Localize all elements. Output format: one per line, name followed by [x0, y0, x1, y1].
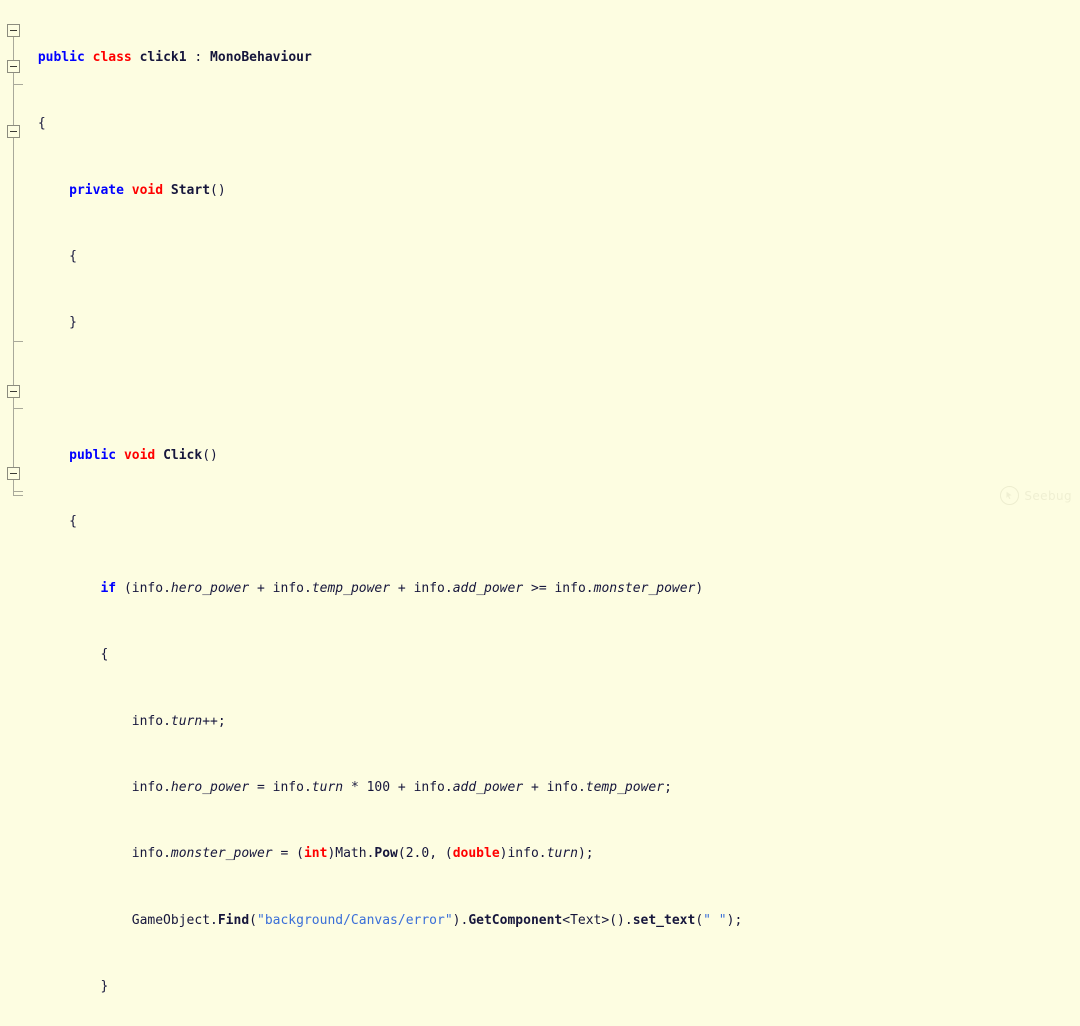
code-line-3: private void Start(): [69, 182, 226, 198]
outline-tick-constructor-end: [13, 491, 23, 492]
outline-tick-update-end: [13, 408, 23, 409]
code-line-4: {: [30, 248, 77, 264]
collapse-toggle-constructor[interactable]: [7, 467, 20, 480]
collapse-toggle-class[interactable]: [7, 24, 20, 37]
code-line-13: info.monster_power = (int)Math.Pow(2.0, …: [131, 846, 594, 862]
code-line-5: }: [30, 315, 77, 331]
code-line-8: {: [30, 514, 77, 530]
code-line-14: GameObject.Find("background/Canvas/error…: [131, 912, 743, 928]
collapse-toggle-start-method[interactable]: [7, 60, 20, 73]
code-line-7: public void Click(): [69, 448, 218, 464]
code-line-11: info.turn++;: [131, 713, 226, 729]
code-line-1: public class click1 : MonoBehaviour: [37, 49, 312, 65]
outline-tick-start-end: [13, 84, 23, 85]
collapse-toggle-click-method[interactable]: [7, 125, 20, 138]
code-line-15: }: [30, 979, 109, 995]
outline-tick-click-end: [13, 341, 23, 342]
outlining-gutter[interactable]: [0, 0, 30, 513]
code-editor: public class click1 : MonoBehaviour { pr…: [0, 0, 1080, 994]
outline-spine-class: [13, 30, 14, 495]
code-line-2: {: [30, 116, 46, 132]
code-line-12: info.hero_power = info.turn * 100 + info…: [131, 779, 672, 795]
outline-tick-class-end: [13, 495, 23, 496]
code-line-9: if (info.hero_power + info.temp_power + …: [100, 580, 704, 596]
code-line-6-blank: [30, 382, 1080, 399]
collapse-toggle-update-method[interactable]: [7, 385, 20, 398]
code-text-area[interactable]: public class click1 : MonoBehaviour { pr…: [30, 0, 1080, 994]
code-line-10: {: [30, 647, 109, 663]
